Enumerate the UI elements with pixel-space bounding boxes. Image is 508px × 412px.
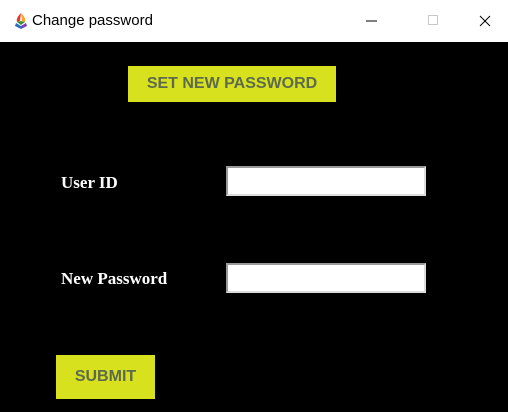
maximize-icon: [428, 15, 438, 25]
new-password-label: New Password: [61, 269, 168, 288]
form-area: SET NEW PASSWORD User ID New Password SU…: [0, 42, 508, 412]
tk-feather-icon: [12, 12, 30, 30]
user-id-input[interactable]: [226, 166, 426, 196]
minimize-icon: [366, 20, 377, 22]
maximize-button[interactable]: [410, 0, 456, 42]
window-title: Change password: [32, 12, 153, 29]
user-id-label: User ID: [61, 173, 118, 192]
page-title: SET NEW PASSWORD: [128, 66, 336, 102]
title-bar[interactable]: Change password: [0, 0, 508, 42]
minimize-button[interactable]: [349, 0, 395, 42]
new-password-input[interactable]: [226, 263, 426, 293]
change-password-window: Change password SET NEW PASSWORD User ID…: [0, 0, 508, 412]
close-button[interactable]: [462, 0, 508, 42]
submit-button[interactable]: SUBMIT: [56, 355, 155, 399]
close-icon: [479, 15, 491, 27]
